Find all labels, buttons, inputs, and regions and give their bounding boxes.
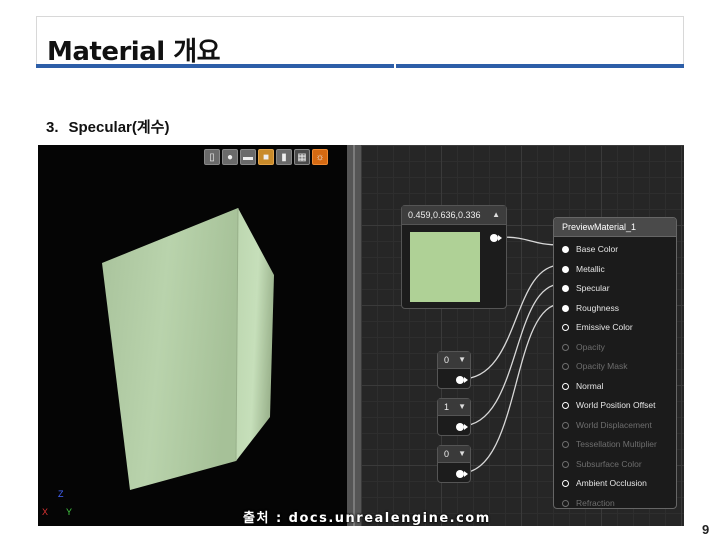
expand-arrow-icon[interactable]: ▼ (458, 399, 466, 415)
preview-node-title: PreviewMaterial_1 (554, 218, 676, 237)
pin-input-icon (562, 343, 569, 351)
pin-input-icon[interactable] (562, 382, 569, 390)
color-output-pin[interactable] (490, 234, 502, 242)
constant-value: 1 (444, 402, 450, 412)
item-text: Specular(계수) (68, 119, 170, 136)
wire-base-color (500, 236, 562, 246)
material-graph[interactable]: 0.459,0.636,0.336 ▲ 0 ▼ 1 ▼ 0 ▼ PreviewM… (361, 145, 684, 526)
axis-y-label: Y (66, 507, 73, 517)
pin-input-icon[interactable] (562, 480, 569, 487)
plane-icon[interactable]: ▬ (240, 149, 256, 165)
title-underline (36, 64, 684, 68)
cube-preview (102, 207, 274, 490)
constant-node-roughness[interactable]: 0 ▼ (437, 445, 471, 483)
preview-viewport[interactable]: ▯ ● ▬ ■ ▮ ▦ ☼ Z X Y (38, 145, 347, 526)
pin-base-color[interactable]: Base Color (554, 240, 676, 260)
constant-value: 0 (444, 449, 450, 459)
pin-normal[interactable]: Normal (554, 377, 676, 397)
pin-input-icon[interactable] (562, 246, 569, 253)
constant-node-specular[interactable]: 1 ▼ (437, 398, 471, 436)
editor-screenshot: ▯ ● ▬ ■ ▮ ▦ ☼ Z X Y 0.459,0.636,0.336 ▲ (38, 145, 684, 526)
light-icon[interactable]: ☼ (312, 149, 328, 165)
pin-input-icon[interactable] (562, 285, 569, 292)
sphere-icon[interactable]: ● (222, 149, 238, 165)
pin-world-displacement: World Displacement (554, 416, 676, 436)
mesh-icon[interactable]: ▯ (204, 149, 220, 165)
pin-input-icon (562, 499, 569, 507)
section-heading: 3. Specular(계수) (46, 116, 169, 137)
page-number: 9 (702, 522, 710, 537)
splitter[interactable] (347, 145, 361, 526)
item-number: 3. (46, 119, 59, 136)
pin-world-position-offset[interactable]: World Position Offset (554, 396, 676, 416)
cube-left-face (102, 208, 238, 490)
constant-output-pin[interactable] (456, 423, 468, 431)
axis-x-label: X (42, 507, 49, 517)
viewport-toolbar: ▯ ● ▬ ■ ▮ ▦ ☼ (204, 149, 328, 167)
pin-input-icon[interactable] (562, 265, 569, 273)
pin-specular[interactable]: Specular (554, 279, 676, 299)
pin-ambient-occlusion[interactable]: Ambient Occlusion (554, 474, 676, 494)
color-node-label: 0.459,0.636,0.336 (408, 210, 481, 220)
constant-output-pin[interactable] (456, 376, 468, 384)
axis-z-label: Z (58, 489, 64, 499)
pin-input-icon (562, 460, 569, 468)
mesh-select-icon[interactable]: ▦ (294, 149, 310, 165)
pin-opacity: Opacity (554, 338, 676, 358)
constant-output-pin[interactable] (456, 470, 468, 478)
source-credit: 출처 : docs.unrealengine.com (243, 511, 491, 526)
expand-arrow-icon[interactable]: ▼ (458, 352, 466, 368)
pin-roughness[interactable]: Roughness (554, 299, 676, 319)
cube-right-face (236, 208, 274, 461)
expand-arrow-icon[interactable]: ▼ (458, 446, 466, 462)
title-box: Material 개요 (36, 16, 684, 67)
slide-title: Material 개요 (47, 37, 221, 67)
cube-icon[interactable]: ■ (258, 149, 274, 165)
pin-emissive-color[interactable]: Emissive Color (554, 318, 676, 338)
pin-tessellation-multiplier: Tessellation Multiplier (554, 435, 676, 455)
pin-subsurface-color: Subsurface Color (554, 455, 676, 475)
material-pins: Base Color Metallic Specular Roughness E… (554, 240, 676, 513)
preview-material-node[interactable]: PreviewMaterial_1 Base Color Metallic Sp… (553, 217, 677, 509)
pin-input-icon[interactable] (562, 402, 569, 409)
wire-roughness (460, 303, 562, 474)
pin-input-icon[interactable] (562, 324, 569, 331)
pin-input-icon[interactable] (562, 304, 569, 312)
pin-input-icon (562, 363, 569, 370)
constant-node-metallic[interactable]: 0 ▼ (437, 351, 471, 389)
pin-input-icon (562, 421, 569, 429)
color-constant-node[interactable]: 0.459,0.636,0.336 ▲ (401, 205, 507, 309)
pin-refraction: Refraction (554, 494, 676, 514)
color-swatch (410, 232, 480, 302)
pin-opacity-mask: Opacity Mask (554, 357, 676, 377)
pin-metallic[interactable]: Metallic (554, 260, 676, 280)
pin-input-icon (562, 441, 569, 448)
collapse-arrow-icon[interactable]: ▲ (492, 206, 500, 224)
cylinder-icon[interactable]: ▮ (276, 149, 292, 165)
constant-value: 0 (444, 355, 450, 365)
